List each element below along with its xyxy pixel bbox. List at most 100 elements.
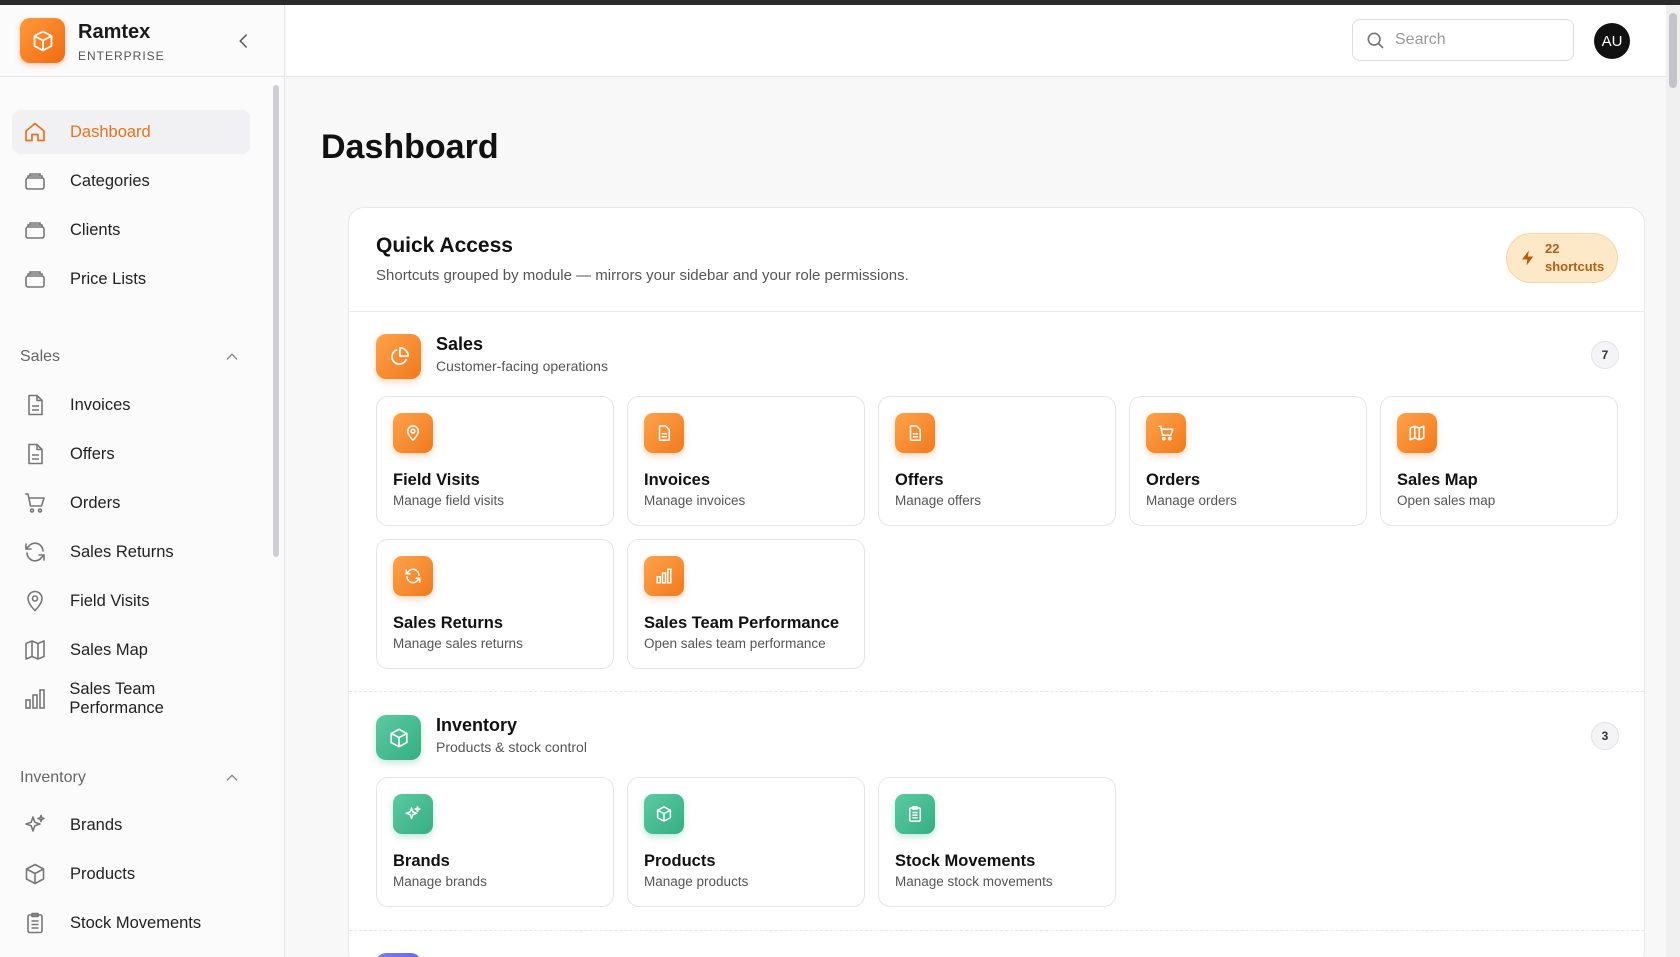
sidebar-item-label: Dashboard <box>70 122 151 141</box>
group-divider <box>349 930 1644 931</box>
inventory-count-badge: 3 <box>1591 722 1619 750</box>
quick-access-title: Quick Access <box>376 234 513 257</box>
sidebar-item-sales-team-performance[interactable]: Sales Team Performance <box>12 677 250 721</box>
clipboard-icon <box>895 794 935 834</box>
shortcut-title: Brands <box>393 852 450 870</box>
box-icon <box>22 861 48 887</box>
sidebar-item-label: Orders <box>70 493 121 512</box>
chevron-left-icon <box>239 34 247 48</box>
sidebar-item-sales-map[interactable]: Sales Map <box>12 628 250 672</box>
shortcut-title: Sales Returns <box>393 614 504 632</box>
brand-subtitle: ENTERPRISE <box>78 49 165 63</box>
shortcut-desc: Manage field visits <box>393 493 505 508</box>
sales-group-icon <box>376 334 421 379</box>
box-icon <box>389 727 408 748</box>
shortcut-stock-movements[interactable]: Stock Movements Manage stock movements <box>878 777 1116 907</box>
sidebar-item-label: Sales Map <box>70 640 148 659</box>
inventory-group-icon <box>376 715 421 760</box>
shortcut-invoices[interactable]: Invoices Manage invoices <box>627 396 865 526</box>
shortcut-title: Offers <box>895 471 944 489</box>
avatar[interactable]: AU <box>1594 23 1630 59</box>
sidebar-item-label: Sales Returns <box>70 542 174 561</box>
shortcut-desc: Open sales map <box>1397 493 1496 508</box>
inventory-group-title: Inventory <box>436 715 518 735</box>
shortcuts-count-badge: 22 shortcuts <box>1506 233 1618 283</box>
sidebar-item-categories[interactable]: Categories <box>12 159 250 203</box>
map-icon <box>1397 413 1437 453</box>
shortcut-sales-map[interactable]: Sales Map Open sales map <box>1380 396 1618 526</box>
sidebar-section-inventory[interactable]: Inventory <box>20 766 240 790</box>
lightning-icon <box>1522 250 1534 266</box>
layers-icon <box>22 168 48 194</box>
shortcut-desc: Manage orders <box>1146 493 1237 508</box>
shortcut-brands[interactable]: Brands Manage brands <box>376 777 614 907</box>
sidebar-item-invoices[interactable]: Invoices <box>12 383 250 427</box>
bar-chart-icon <box>22 686 47 712</box>
group-divider <box>349 691 1644 692</box>
bar-chart-icon <box>644 556 684 596</box>
brand-area: Ramtex ENTERPRISE <box>0 5 284 77</box>
logo-icon <box>20 18 65 63</box>
sidebar-item-brands[interactable]: Brands <box>12 803 250 847</box>
search-input[interactable] <box>1395 31 1555 49</box>
box-icon <box>644 794 684 834</box>
shortcuts-count: 22 <box>1545 241 1560 256</box>
page-scrollbar[interactable] <box>1666 5 1680 957</box>
sidebar-item-products[interactable]: Products <box>12 852 250 896</box>
shortcut-products[interactable]: Products Manage products <box>627 777 865 907</box>
shortcut-title: Invoices <box>644 471 711 489</box>
sidebar-item-label: Brands <box>70 815 123 834</box>
shortcut-sales-team-performance[interactable]: Sales Team Performance Open sales team p… <box>627 539 865 669</box>
quick-access-subtitle: Shortcuts grouped by module — mirrors yo… <box>376 267 909 284</box>
file-icon <box>644 413 684 453</box>
sales-group-subtitle: Customer-facing operations <box>436 358 608 374</box>
page-title: Dashboard <box>321 128 499 166</box>
shortcut-title: Sales Map <box>1397 471 1478 489</box>
shortcut-title: Products <box>644 852 716 870</box>
sidebar-item-label: Offers <box>70 444 115 463</box>
sidebar-item-field-visits[interactable]: Field Visits <box>12 579 250 623</box>
refresh-icon <box>22 539 48 565</box>
section-label: Sales <box>20 348 61 365</box>
search-box[interactable] <box>1352 19 1574 61</box>
cart-icon <box>1146 413 1186 453</box>
next-group-icon <box>376 953 421 957</box>
shortcut-orders[interactable]: Orders Manage orders <box>1129 396 1367 526</box>
refresh-icon <box>393 556 433 596</box>
shortcut-desc: Manage invoices <box>644 493 746 508</box>
sparkles-icon <box>22 812 48 838</box>
brand-name: Ramtex <box>78 21 151 43</box>
shortcuts-label: shortcuts <box>1545 259 1605 274</box>
clipboard-icon <box>22 910 48 936</box>
shortcut-sales-returns[interactable]: Sales Returns Manage sales returns <box>376 539 614 669</box>
sidebar-item-price-lists[interactable]: Price Lists <box>12 257 250 301</box>
sidebar-item-label: Products <box>70 864 136 883</box>
sidebar-item-dashboard[interactable]: Dashboard <box>12 110 250 154</box>
pie-chart-icon <box>390 346 409 365</box>
sidebar-item-offers[interactable]: Offers <box>12 432 250 476</box>
cart-icon <box>22 490 48 516</box>
sidebar-section-sales[interactable]: Sales <box>20 345 240 369</box>
sidebar-item-label: Clients <box>70 220 121 239</box>
sales-count-badge: 7 <box>1591 341 1619 369</box>
layers-icon <box>22 266 48 292</box>
sidebar-scrollbar[interactable] <box>273 85 279 557</box>
inventory-group-subtitle: Products & stock control <box>436 739 587 755</box>
sidebar-item-clients[interactable]: Clients <box>12 208 250 252</box>
chevron-up-icon <box>226 353 238 360</box>
sidebar-item-stock-movements[interactable]: Stock Movements <box>12 901 250 945</box>
sidebar-item-label: Stock Movements <box>70 913 202 932</box>
file-icon <box>22 441 48 467</box>
scrollbar-thumb[interactable] <box>1669 13 1677 88</box>
sidebar-item-label: Price Lists <box>70 269 147 288</box>
shortcut-field-visits[interactable]: Field Visits Manage field visits <box>376 396 614 526</box>
layers-icon <box>22 217 48 243</box>
sidebar: Ramtex ENTERPRISE Dashboard Categories C… <box>0 5 285 957</box>
sales-group-title: Sales <box>436 334 484 354</box>
file-icon <box>22 392 48 418</box>
sidebar-item-sales-returns[interactable]: Sales Returns <box>12 530 250 574</box>
sidebar-item-label: Field Visits <box>70 591 150 610</box>
sidebar-item-orders[interactable]: Orders <box>12 481 250 525</box>
shortcut-offers[interactable]: Offers Manage offers <box>878 396 1116 526</box>
collapse-sidebar-button[interactable] <box>232 29 256 53</box>
